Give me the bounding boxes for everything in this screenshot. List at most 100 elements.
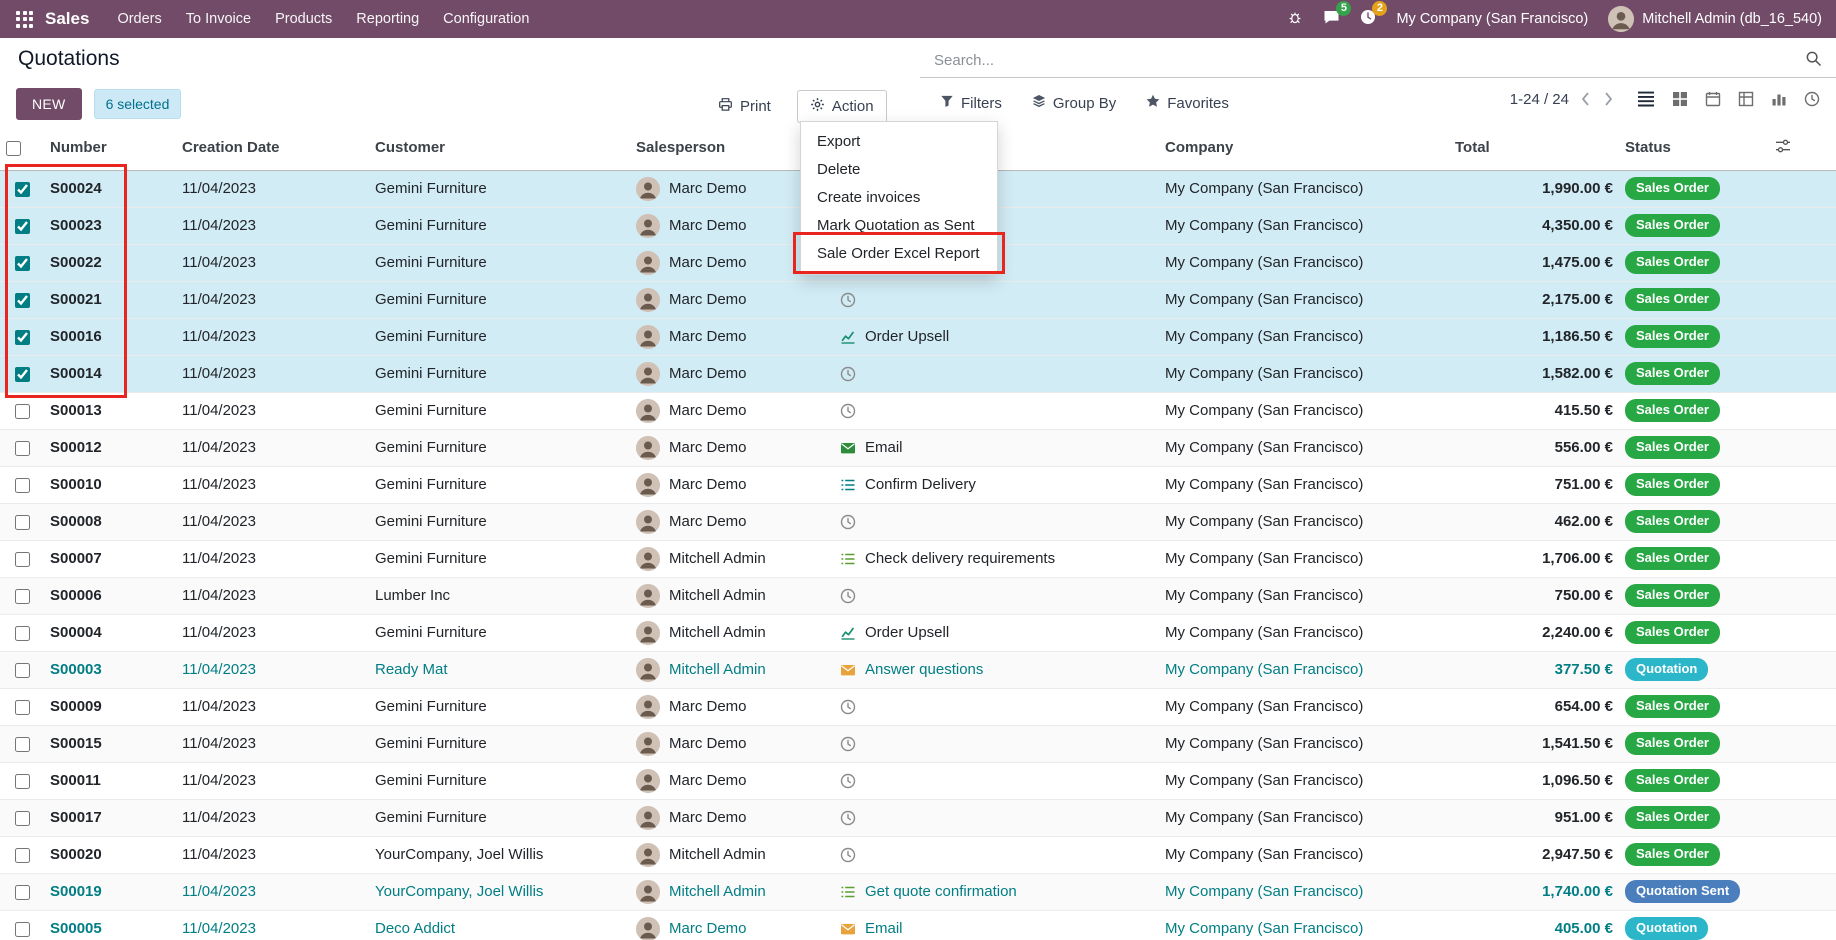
activity-cell[interactable]: Confirm Delivery (834, 466, 1159, 503)
pager-previous-icon[interactable] (1579, 90, 1592, 108)
row-select-checkbox[interactable] (15, 552, 30, 567)
table-row[interactable]: S00014 11/04/2023 Gemini Furniture Marc … (0, 355, 1836, 392)
activity-cell[interactable] (834, 392, 1159, 429)
activity-cell[interactable]: Order Upsell (834, 614, 1159, 651)
row-select-checkbox[interactable] (15, 737, 30, 752)
graph-view-icon[interactable] (1771, 91, 1787, 107)
action-menu-item-create-invoices[interactable]: Create invoices (801, 184, 997, 212)
calendar-view-icon[interactable] (1705, 91, 1721, 107)
table-row[interactable]: S00012 11/04/2023 Gemini Furniture Marc … (0, 429, 1836, 466)
column-header-customer[interactable]: Customer (369, 126, 630, 170)
table-row[interactable]: S00004 11/04/2023 Gemini Furniture Mitch… (0, 614, 1836, 651)
activity-cell[interactable]: Email (834, 910, 1159, 940)
table-row[interactable]: S00013 11/04/2023 Gemini Furniture Marc … (0, 392, 1836, 429)
activity-view-icon[interactable] (1804, 91, 1820, 107)
group-by-button[interactable]: Group By (1032, 94, 1116, 112)
clock-icon[interactable] (840, 292, 857, 308)
table-row[interactable]: S00020 11/04/2023 YourCompany, Joel Will… (0, 836, 1836, 873)
selected-count-chip[interactable]: 6 selected (94, 89, 182, 119)
list-icon[interactable] (840, 884, 857, 900)
filters-button[interactable]: Filters (940, 94, 1002, 112)
table-row[interactable]: S00006 11/04/2023 Lumber Inc Mitchell Ad… (0, 577, 1836, 614)
row-select-checkbox[interactable] (15, 256, 30, 271)
row-select-checkbox[interactable] (15, 515, 30, 530)
row-select-checkbox[interactable] (15, 885, 30, 900)
activity-cell[interactable] (834, 577, 1159, 614)
row-select-checkbox[interactable] (15, 182, 30, 197)
messages-button[interactable]: 5 (1323, 9, 1340, 30)
activity-cell[interactable] (834, 799, 1159, 836)
row-select-checkbox[interactable] (15, 441, 30, 456)
list-icon[interactable] (840, 551, 857, 567)
table-row[interactable]: S00019 11/04/2023 YourCompany, Joel Will… (0, 873, 1836, 910)
action-menu-item-export[interactable]: Export (801, 128, 997, 156)
activity-cell[interactable]: Email (834, 429, 1159, 466)
row-select-checkbox[interactable] (15, 367, 30, 382)
activity-cell[interactable] (834, 836, 1159, 873)
table-row[interactable]: S00017 11/04/2023 Gemini Furniture Marc … (0, 799, 1836, 836)
pager-next-icon[interactable] (1602, 90, 1615, 108)
print-button[interactable]: Print (718, 97, 771, 116)
activity-cell[interactable] (834, 688, 1159, 725)
activity-cell[interactable] (834, 725, 1159, 762)
activity-cell[interactable]: Order Upsell (834, 318, 1159, 355)
column-header-company[interactable]: Company (1159, 126, 1449, 170)
clock-icon[interactable] (840, 736, 857, 752)
debug-button[interactable] (1287, 9, 1303, 30)
row-select-checkbox[interactable] (15, 293, 30, 308)
clock-icon[interactable] (840, 773, 857, 789)
favorites-button[interactable]: Favorites (1146, 94, 1229, 112)
action-button[interactable]: Action (797, 90, 887, 123)
table-row[interactable]: S00009 11/04/2023 Gemini Furniture Marc … (0, 688, 1836, 725)
column-header-status[interactable]: Status (1619, 126, 1769, 170)
table-row[interactable]: S00003 11/04/2023 Ready Mat Mitchell Adm… (0, 651, 1836, 688)
activity-cell[interactable]: Get quote confirmation (834, 873, 1159, 910)
search-icon[interactable] (1805, 50, 1822, 72)
table-row[interactable]: S00007 11/04/2023 Gemini Furniture Mitch… (0, 540, 1836, 577)
row-select-checkbox[interactable] (15, 700, 30, 715)
activity-cell[interactable] (834, 355, 1159, 392)
topbar-menu-orders[interactable]: Orders (105, 0, 173, 38)
column-header-total[interactable]: Total (1449, 126, 1619, 170)
new-button[interactable]: NEW (16, 88, 82, 120)
row-select-checkbox[interactable] (15, 922, 30, 937)
column-header-number[interactable]: Number (44, 126, 176, 170)
clock-icon[interactable] (840, 403, 857, 419)
table-row[interactable]: S00005 11/04/2023 Deco Addict Marc Demo … (0, 910, 1836, 940)
pivot-view-icon[interactable] (1738, 91, 1754, 107)
app-name[interactable]: Sales (45, 9, 89, 29)
topbar-menu-to-invoice[interactable]: To Invoice (174, 0, 263, 38)
row-select-checkbox[interactable] (15, 811, 30, 826)
table-row[interactable]: S00016 11/04/2023 Gemini Furniture Marc … (0, 318, 1836, 355)
row-select-checkbox[interactable] (15, 219, 30, 234)
kanban-view-icon[interactable] (1672, 91, 1688, 107)
action-menu-item-mark-quotation-as-sent[interactable]: Mark Quotation as Sent (801, 212, 997, 240)
chart-icon[interactable] (840, 329, 857, 345)
activity-cell[interactable] (834, 762, 1159, 799)
activities-button[interactable]: 2 (1360, 9, 1376, 30)
row-select-checkbox[interactable] (15, 663, 30, 678)
activity-cell[interactable] (834, 503, 1159, 540)
topbar-menu-configuration[interactable]: Configuration (431, 0, 541, 38)
select-all-checkbox[interactable] (6, 141, 21, 156)
apps-menu-icon[interactable] (16, 11, 33, 28)
table-row[interactable]: S00021 11/04/2023 Gemini Furniture Marc … (0, 281, 1836, 318)
row-select-checkbox[interactable] (15, 589, 30, 604)
activity-cell[interactable]: Check delivery requirements (834, 540, 1159, 577)
table-row[interactable]: S00010 11/04/2023 Gemini Furniture Marc … (0, 466, 1836, 503)
optional-columns-icon[interactable] (1775, 141, 1791, 158)
column-header-creation-date[interactable]: Creation Date (176, 126, 369, 170)
clock-icon[interactable] (840, 699, 857, 715)
action-menu-item-sale-order-excel-report[interactable]: Sale Order Excel Report (801, 240, 997, 268)
email-icon[interactable] (840, 662, 857, 678)
topbar-menu-reporting[interactable]: Reporting (344, 0, 431, 38)
clock-icon[interactable] (840, 588, 857, 604)
chart-icon[interactable] (840, 625, 857, 641)
activity-cell[interactable] (834, 281, 1159, 318)
user-menu[interactable]: Mitchell Admin (db_16_540) (1608, 6, 1822, 32)
list-view-icon[interactable] (1637, 91, 1655, 107)
row-select-checkbox[interactable] (15, 626, 30, 641)
row-select-checkbox[interactable] (15, 478, 30, 493)
activity-cell[interactable]: Answer questions (834, 651, 1159, 688)
clock-icon[interactable] (840, 810, 857, 826)
